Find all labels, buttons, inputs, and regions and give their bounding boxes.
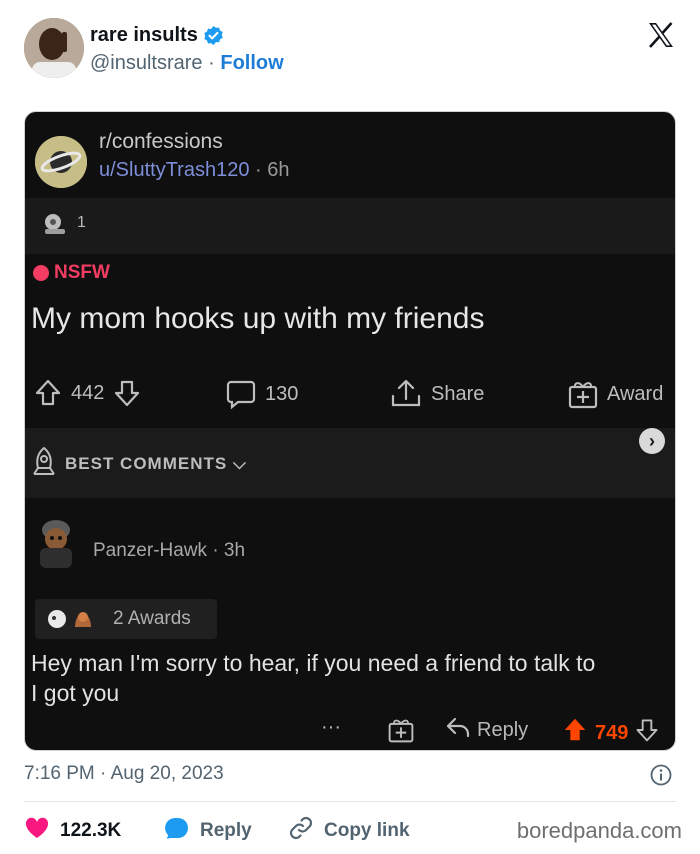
downvote-icon (112, 378, 142, 408)
reply-bubble-icon (164, 816, 190, 846)
author-name[interactable]: rare insults (90, 24, 198, 47)
follow-button[interactable]: Follow (220, 52, 283, 74)
copy-link-button[interactable]: Copy link (288, 816, 410, 846)
reply-label: Reply (200, 820, 252, 841)
share-label: Share (431, 382, 485, 405)
comment-action-row: ··· Reply 749 (25, 714, 675, 744)
comment-score: 749 (595, 721, 629, 744)
comment-downvote-icon (634, 716, 660, 750)
like-count: 122.3K (60, 820, 122, 841)
comment-upvote-icon (561, 716, 589, 750)
award-count: 1 (77, 214, 86, 231)
nsfw-tag: NSFW (33, 262, 110, 284)
comment-gift-icon (387, 716, 415, 744)
award-icon (41, 211, 69, 237)
handle-separator: · (208, 52, 215, 74)
upvote-count: 442 (71, 381, 105, 404)
comment-bubble-icon (225, 378, 257, 410)
footer-divider (24, 801, 676, 802)
share-icon (389, 378, 423, 410)
comment-awards-label: 2 Awards (113, 608, 191, 629)
comment-meta: Panzer-Hawk · 3h (93, 540, 245, 562)
tweet-timestamp[interactable]: 7:16 PM · Aug 20, 2023 (24, 763, 224, 785)
award-label: Award (607, 382, 664, 405)
reply-button[interactable]: Reply (164, 816, 252, 846)
link-icon (288, 816, 314, 846)
post-age: · 6h (255, 159, 290, 181)
comment-reply-label: Reply (477, 718, 529, 741)
vote-group: 442 (33, 378, 142, 408)
chevron-down-icon: ⌵ (227, 454, 247, 473)
author-handle[interactable]: @insultsrare (90, 52, 203, 74)
award-group: Award (567, 378, 663, 410)
comment-body: Hey man I'm sorry to hear, if you need a… (31, 648, 675, 708)
reply-arrow-icon (445, 716, 471, 744)
comment-age: · 3h (212, 540, 246, 561)
heart-icon (24, 816, 50, 846)
upvote-icon (33, 378, 63, 408)
handle-line: @insultsrare · Follow (90, 52, 284, 75)
nsfw-icon (33, 265, 49, 281)
comment-count: 130 (265, 382, 299, 405)
subreddit-planet-icon (35, 136, 87, 188)
author-avatar[interactable] (24, 18, 84, 78)
post-meta: u/SluttyTrash120 · 6h (99, 159, 289, 182)
embedded-reddit-screenshot[interactable]: r/confessions u/SluttyTrash120 · 6h 1 NS… (24, 111, 676, 751)
more-options-icon: ··· (321, 716, 341, 738)
comment-body-line-2: I got you (31, 680, 120, 706)
sort-label: BEST COMMENTS ⌵ (65, 454, 247, 473)
comment-body-line-1: Hey man I'm sorry to hear, if you need a… (31, 650, 596, 676)
sort-rocket-icon (31, 446, 57, 483)
chevron-right-icon: › (639, 428, 665, 454)
comments-group: 130 (225, 378, 298, 410)
x-logo-icon[interactable] (646, 20, 676, 50)
award-emoji-icon (45, 607, 105, 637)
commenter-avatar (33, 512, 79, 572)
post-action-row: 442 130 Share Award (25, 374, 675, 410)
author-name-row[interactable]: rare insults (90, 24, 224, 47)
share-group: Share (389, 378, 484, 410)
verified-badge-icon (203, 25, 224, 46)
nsfw-label: NSFW (54, 262, 110, 283)
post-username: u/SluttyTrash120 (99, 159, 250, 181)
watermark: boredpanda.com (516, 818, 682, 843)
comment-awards: 2 Awards (35, 599, 217, 639)
comment-reply-group: Reply (445, 716, 528, 744)
subreddit-name: r/confessions (99, 130, 223, 153)
like-button[interactable]: 122.3K (24, 816, 121, 846)
post-title: My mom hooks up with my friends (31, 302, 485, 335)
gift-icon (567, 378, 599, 410)
award-strip: 1 (25, 198, 675, 254)
comment-sort-bar: BEST COMMENTS ⌵ › (25, 428, 675, 498)
tweet-header: rare insults @insultsrare · Follow (24, 18, 680, 80)
comment-author: Panzer-Hawk (93, 540, 208, 561)
info-icon[interactable] (650, 764, 672, 786)
copy-link-label: Copy link (324, 820, 410, 841)
comment-vote-group: 749 (561, 716, 660, 750)
